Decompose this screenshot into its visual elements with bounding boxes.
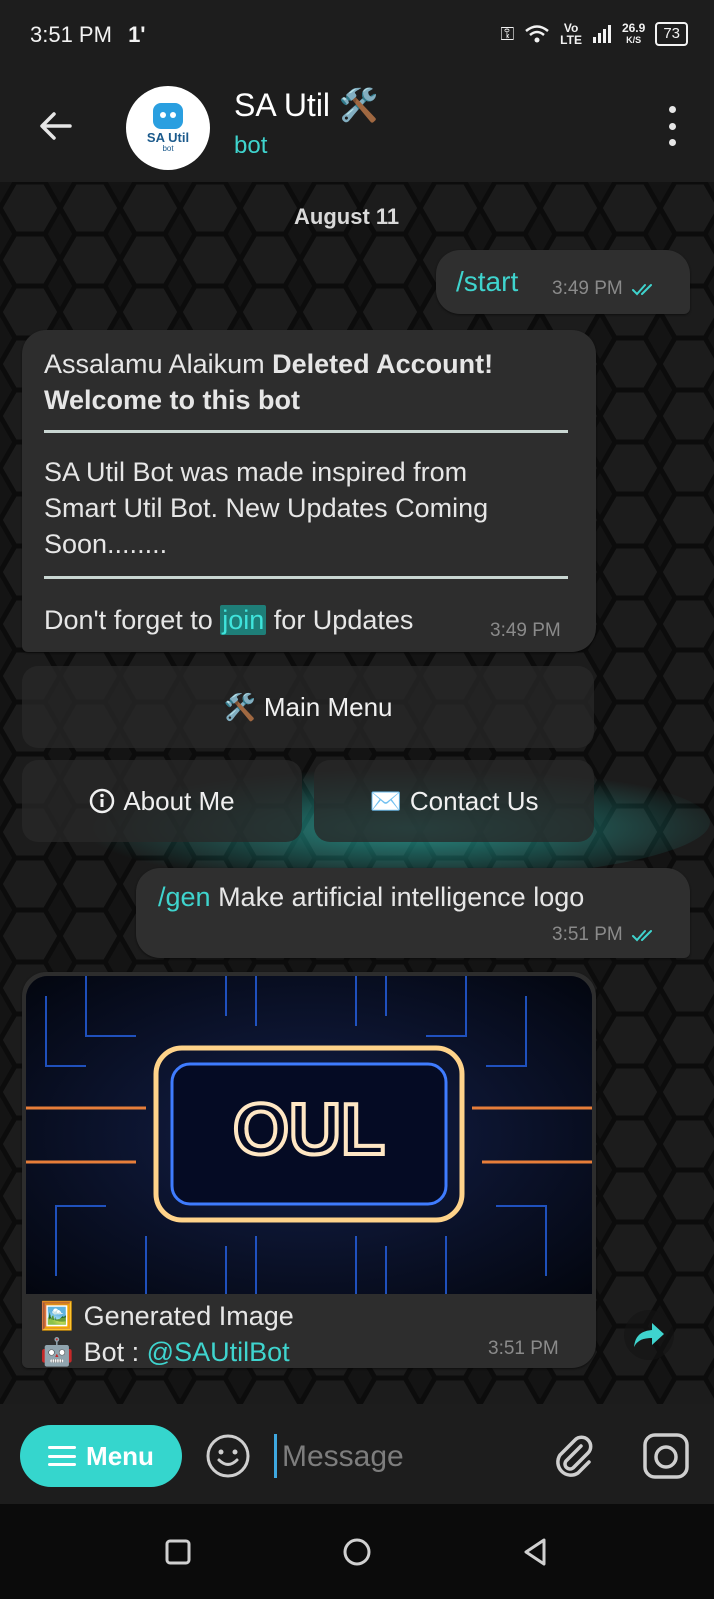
forward-button[interactable] [624,1310,674,1360]
command-text[interactable]: /start [456,266,518,298]
incoming-image-message[interactable]: OUL 🖼️ Generated Image 🤖 Bot : @SAUtilBo… [22,972,596,1368]
emoji-icon[interactable] [204,1432,252,1480]
double-check-icon [631,930,652,942]
body-line2: Smart Util Bot. New Updates Coming [44,493,489,523]
footer-text: Don't forget to [44,605,221,635]
message-meta: 3:51 PM [488,1338,559,1360]
chat-title[interactable]: SA Util 🛠️ [234,86,379,124]
bot-menu-button[interactable]: Menu [20,1425,182,1487]
greeting-text: Assalamu Alaikum [44,349,273,379]
message-time: 3:51 PM [552,924,623,945]
message-time: 3:51 PM [488,1338,559,1359]
tools-icon: 🛠️ [223,691,256,722]
status-bar: 3:51 PM 1' ⚿ Vo LTE 26.9 K/S 73 [0,0,714,72]
volte-bottom-text: LTE [560,33,582,47]
contact-us-button[interactable]: ✉️ Contact Us [314,760,594,842]
bot-avatar[interactable]: SA Util bot [126,86,210,170]
caption-text: Generated Image [83,1300,294,1331]
home-icon[interactable] [339,1534,375,1570]
envelope-icon: ✉️ [369,785,402,816]
more-options-icon[interactable] [666,106,678,146]
body-line1: SA Util Bot was made inspired from [44,457,468,487]
outgoing-message-gen[interactable]: /gen Make artificial intelligence logo 3… [136,868,690,958]
contact-us-label: Contact Us [409,785,539,816]
main-menu-button[interactable]: 🛠️ Main Menu [22,666,594,748]
vpn-key-icon: ⚿ [500,23,515,44]
welcome-bold: Welcome to this bot [44,385,301,415]
outgoing-message-start[interactable]: /start 3:49 PM [436,250,690,314]
telegram-chat-screen: 3:51 PM 1' ⚿ Vo LTE 26.9 K/S 73 SA Util … [0,0,714,1599]
info-icon [90,788,115,814]
volte-indicator: Vo LTE [560,22,582,46]
avatar-logo-subtext: bot [162,144,174,153]
net-speed-unit: K/S [626,35,642,45]
date-chip: August 11 [294,204,400,229]
paperclip-icon[interactable] [548,1430,598,1480]
main-menu-label: Main Menu [263,691,393,722]
back-nav-icon[interactable] [518,1534,554,1570]
command-text[interactable]: /gen [158,882,211,912]
footer-line: Don't forget to join for Updates [44,602,413,638]
prompt-text: Make artificial intelligence logo [210,882,585,912]
message-meta: 3:49 PM [552,278,661,300]
about-me-button[interactable]: About Me [22,760,302,842]
status-time: 3:51 PM 1' [30,22,146,48]
about-me-label: About Me [123,785,235,816]
camera-icon[interactable] [640,1430,692,1482]
message-input[interactable] [280,1432,524,1482]
forward-arrow-icon [634,1323,664,1347]
join-link[interactable]: join [220,605,267,635]
circuit-logo-image: OUL [26,976,592,1294]
message-meta: 3:49 PM [490,620,561,642]
status-icons: ⚿ Vo LTE 26.9 K/S 73 [500,22,688,46]
divider [44,576,568,579]
image-caption-bot: 🤖 Bot : @SAUtilBot [40,1336,290,1368]
bot-label: Bot : [83,1336,147,1367]
recent-apps-icon[interactable] [160,1534,196,1570]
chat-area[interactable]: August 11 /start 3:49 PM Assalamu Alaiku… [0,182,714,1404]
bot-mention-link[interactable]: @SAUtilBot [147,1337,290,1367]
image-logo-text: OUL [233,1090,385,1170]
message-time: 3:49 PM [490,620,561,641]
battery-level: 73 [663,25,680,42]
robot-face-icon: 🤖 [40,1337,74,1367]
message-meta: 3:51 PM [552,924,661,946]
avatar-logo-text: SA Util [146,130,190,145]
navigation-bar [0,1504,714,1599]
robot-icon [153,103,183,129]
message-input-bar: Menu [0,1404,714,1504]
framed-picture-icon: 🖼️ [40,1301,74,1331]
menu-label: Menu [86,1440,154,1471]
signal-icon [592,25,611,43]
username-bold: Deleted Account! [272,349,494,379]
sync-indicator: 1' [128,22,146,47]
gen-message-text: /gen Make artificial intelligence logo [158,882,584,913]
double-check-icon [631,284,652,296]
divider [44,430,568,433]
welcome-line1: Assalamu Alaikum Deleted Account! [44,346,493,382]
battery-icon: 73 [655,22,688,46]
wifi-icon [525,25,549,43]
net-speed: 26.9 K/S [622,22,645,46]
chat-subtitle: bot [234,132,268,159]
body-line3: Soon........ [44,529,168,559]
text-cursor [274,1434,277,1478]
image-caption-title: 🖼️ Generated Image [40,1300,294,1332]
back-arrow-icon[interactable] [34,104,78,148]
footer-text: for Updates [266,605,414,635]
net-speed-value: 26.9 [621,21,646,35]
hamburger-icon [48,1446,77,1466]
message-time: 3:49 PM [552,278,623,299]
incoming-welcome-message[interactable]: Assalamu Alaikum Deleted Account! Welcom… [22,330,596,652]
generated-image[interactable]: OUL [26,976,592,1294]
clock-text: 3:51 PM [30,22,112,47]
chat-header: SA Util bot SA Util 🛠️ bot [0,72,714,182]
welcome-line2: Welcome to this bot [44,382,300,418]
